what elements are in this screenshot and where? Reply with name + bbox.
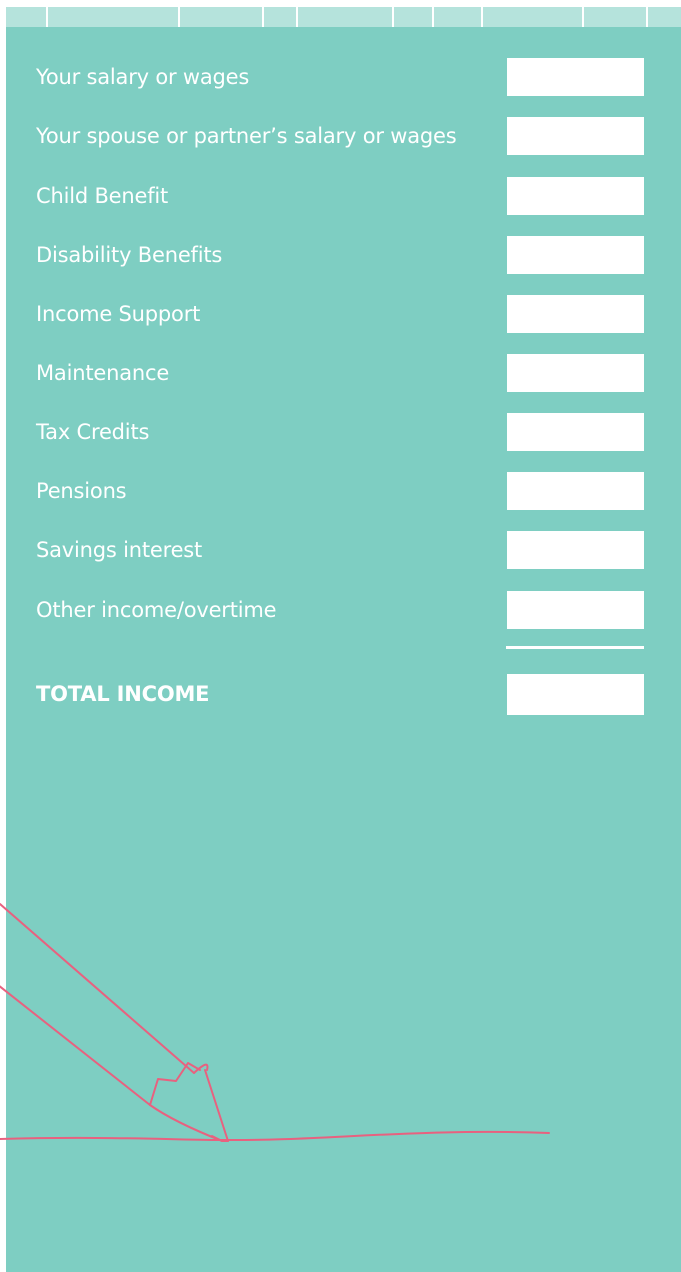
income-label: Savings interest bbox=[36, 538, 203, 562]
income-row-tax-credits: Tax Credits bbox=[36, 413, 646, 451]
income-label: Your salary or wages bbox=[36, 65, 250, 89]
salary-input[interactable] bbox=[507, 58, 644, 96]
income-row-other-income: Other income/overtime bbox=[36, 591, 646, 629]
strip-gap bbox=[178, 7, 180, 27]
disability-benefits-input[interactable] bbox=[507, 236, 644, 274]
decorative-top-strip bbox=[6, 7, 681, 27]
strip-gap bbox=[296, 7, 298, 27]
income-label: Tax Credits bbox=[36, 420, 150, 444]
total-divider bbox=[506, 646, 644, 649]
income-label: Child Benefit bbox=[36, 184, 169, 208]
income-label: Income Support bbox=[36, 302, 201, 326]
total-income-label: TOTAL INCOME bbox=[36, 682, 210, 706]
strip-gap bbox=[392, 7, 394, 27]
maintenance-input[interactable] bbox=[507, 354, 644, 392]
income-row-income-support: Income Support bbox=[36, 295, 646, 333]
strip-gap bbox=[46, 7, 48, 27]
child-benefit-input[interactable] bbox=[507, 177, 644, 215]
income-label: Pensions bbox=[36, 479, 127, 503]
total-income-input[interactable] bbox=[507, 674, 644, 715]
income-label: Maintenance bbox=[36, 361, 170, 385]
strip-gap bbox=[646, 7, 648, 27]
other-income-input[interactable] bbox=[507, 591, 644, 629]
income-label: Disability Benefits bbox=[36, 243, 223, 267]
strip-gap bbox=[481, 7, 483, 27]
income-row-disability-benefits: Disability Benefits bbox=[36, 236, 646, 274]
strip-gap bbox=[262, 7, 264, 27]
tax-credits-input[interactable] bbox=[507, 413, 644, 451]
income-label: Your spouse or partner’s salary or wages bbox=[36, 124, 457, 148]
savings-interest-input[interactable] bbox=[507, 531, 644, 569]
income-row-child-benefit: Child Benefit bbox=[36, 177, 646, 215]
income-row-pensions: Pensions bbox=[36, 472, 646, 510]
income-row-savings-interest: Savings interest bbox=[36, 531, 646, 569]
income-row-maintenance: Maintenance bbox=[36, 354, 646, 392]
strip-gap bbox=[582, 7, 584, 27]
income-row-partner-salary: Your spouse or partner’s salary or wages bbox=[36, 117, 646, 155]
income-row-salary: Your salary or wages bbox=[36, 58, 646, 96]
income-label: Other income/overtime bbox=[36, 598, 277, 622]
strip-gap bbox=[432, 7, 434, 27]
pensions-input[interactable] bbox=[507, 472, 644, 510]
total-income-row: TOTAL INCOME bbox=[36, 674, 646, 715]
income-support-input[interactable] bbox=[507, 295, 644, 333]
partner-salary-input[interactable] bbox=[507, 117, 644, 155]
